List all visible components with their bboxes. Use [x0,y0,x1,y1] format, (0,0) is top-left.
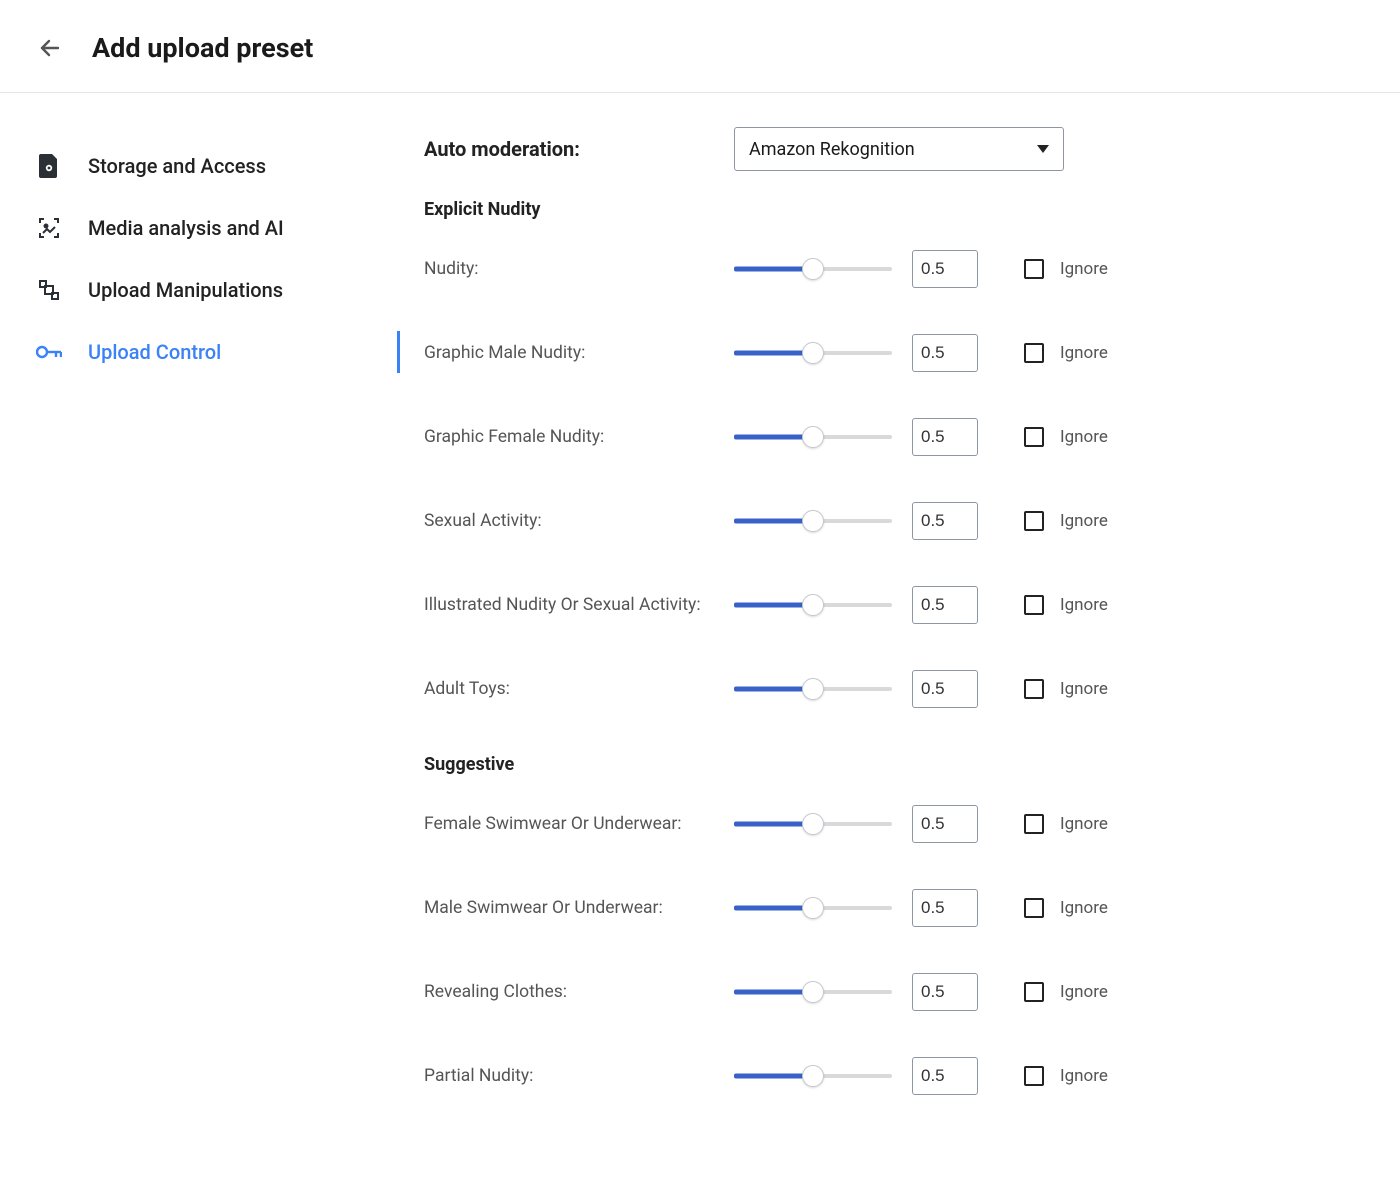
ignore-checkbox[interactable] [1024,343,1044,363]
ignore-checkbox[interactable] [1024,595,1044,615]
ignore-checkbox[interactable] [1024,679,1044,699]
threshold-input[interactable] [912,805,978,843]
threshold-input[interactable] [912,418,978,456]
ignore-label: Ignore [1060,982,1108,1002]
back-button[interactable] [36,34,64,62]
moderation-label: Adult Toys: [424,679,734,699]
chevron-down-icon [1037,145,1049,153]
moderation-row: Partial Nudity: Ignore [424,1057,1360,1095]
section-title: Suggestive [424,754,1360,775]
moderation-label: Illustrated Nudity Or Sexual Activity: [424,595,734,615]
file-gear-icon [36,153,62,179]
page-header: Add upload preset [0,0,1400,93]
threshold-slider[interactable] [734,677,892,701]
slider-thumb[interactable] [802,342,824,364]
moderation-label: Partial Nudity: [424,1066,734,1086]
sidebar-item-upload-manipulations[interactable]: Upload Manipulations [28,259,400,321]
moderation-row: Illustrated Nudity Or Sexual Activity: Ig… [424,586,1360,624]
key-icon [36,339,62,365]
moderation-row: Female Swimwear Or Underwear: Ignore [424,805,1360,843]
threshold-slider[interactable] [734,341,892,365]
threshold-slider[interactable] [734,980,892,1004]
threshold-slider[interactable] [734,593,892,617]
ignore-label: Ignore [1060,679,1108,699]
sidebar-item-label: Media analysis and AI [88,216,284,240]
threshold-input[interactable] [912,586,978,624]
sidebar-item-upload-control[interactable]: Upload Control [28,321,400,383]
ignore-label: Ignore [1060,898,1108,918]
threshold-input[interactable] [912,334,978,372]
moderation-label: Male Swimwear Or Underwear: [424,898,734,918]
ignore-label: Ignore [1060,511,1108,531]
threshold-input[interactable] [912,250,978,288]
sidebar-item-label: Upload Control [88,340,221,364]
ignore-checkbox[interactable] [1024,1066,1044,1086]
sidebar-item-media-analysis[interactable]: Media analysis and AI [28,197,400,259]
ignore-label: Ignore [1060,595,1108,615]
ignore-checkbox[interactable] [1024,259,1044,279]
ignore-label: Ignore [1060,343,1108,363]
threshold-slider[interactable] [734,812,892,836]
main-content: Auto moderation: Amazon Rekognition Expl… [400,93,1400,1181]
moderation-label: Female Swimwear Or Underwear: [424,814,734,834]
page-title: Add upload preset [92,32,313,64]
slider-thumb[interactable] [802,426,824,448]
slider-thumb[interactable] [802,510,824,532]
auto-moderation-select[interactable]: Amazon Rekognition [734,127,1064,171]
moderation-row: Revealing Clothes: Ignore [424,973,1360,1011]
threshold-input[interactable] [912,1057,978,1095]
ignore-label: Ignore [1060,259,1108,279]
sidebar-item-label: Storage and Access [88,154,266,178]
threshold-input[interactable] [912,889,978,927]
auto-moderation-row: Auto moderation: Amazon Rekognition [424,127,1360,171]
moderation-row: Nudity: Ignore [424,250,1360,288]
moderation-row: Adult Toys: Ignore [424,670,1360,708]
slider-thumb[interactable] [802,1065,824,1087]
threshold-slider[interactable] [734,425,892,449]
ignore-checkbox[interactable] [1024,982,1044,1002]
threshold-slider[interactable] [734,509,892,533]
sidebar-item-storage-access[interactable]: Storage and Access [28,135,400,197]
threshold-input[interactable] [912,973,978,1011]
moderation-label: Revealing Clothes: [424,982,734,1002]
slider-thumb[interactable] [802,981,824,1003]
moderation-label: Nudity: [424,259,734,279]
ignore-label: Ignore [1060,427,1108,447]
ignore-checkbox[interactable] [1024,898,1044,918]
slider-thumb[interactable] [802,594,824,616]
moderation-label: Graphic Female Nudity: [424,427,734,447]
slider-thumb[interactable] [802,813,824,835]
threshold-slider[interactable] [734,1064,892,1088]
image-analysis-icon [36,215,62,241]
moderation-row: Graphic Female Nudity: Ignore [424,418,1360,456]
moderation-label: Graphic Male Nudity: [424,343,734,363]
threshold-input[interactable] [912,670,978,708]
moderation-row: Male Swimwear Or Underwear: Ignore [424,889,1360,927]
slider-thumb[interactable] [802,678,824,700]
section-title: Explicit Nudity [424,199,1360,220]
transform-icon [36,277,62,303]
ignore-label: Ignore [1060,814,1108,834]
ignore-label: Ignore [1060,1066,1108,1086]
threshold-slider[interactable] [734,257,892,281]
moderation-label: Sexual Activity: [424,511,734,531]
slider-thumb[interactable] [802,258,824,280]
threshold-slider[interactable] [734,896,892,920]
ignore-checkbox[interactable] [1024,814,1044,834]
moderation-row: Sexual Activity: Ignore [424,502,1360,540]
sidebar: Storage and Access Media analysis and AI… [0,93,400,1181]
moderation-row: Graphic Male Nudity: Ignore [424,334,1360,372]
slider-thumb[interactable] [802,897,824,919]
ignore-checkbox[interactable] [1024,511,1044,531]
ignore-checkbox[interactable] [1024,427,1044,447]
threshold-input[interactable] [912,502,978,540]
sidebar-item-label: Upload Manipulations [88,278,283,302]
auto-moderation-label: Auto moderation: [424,137,734,161]
arrow-left-icon [38,36,62,60]
select-value: Amazon Rekognition [749,139,915,160]
